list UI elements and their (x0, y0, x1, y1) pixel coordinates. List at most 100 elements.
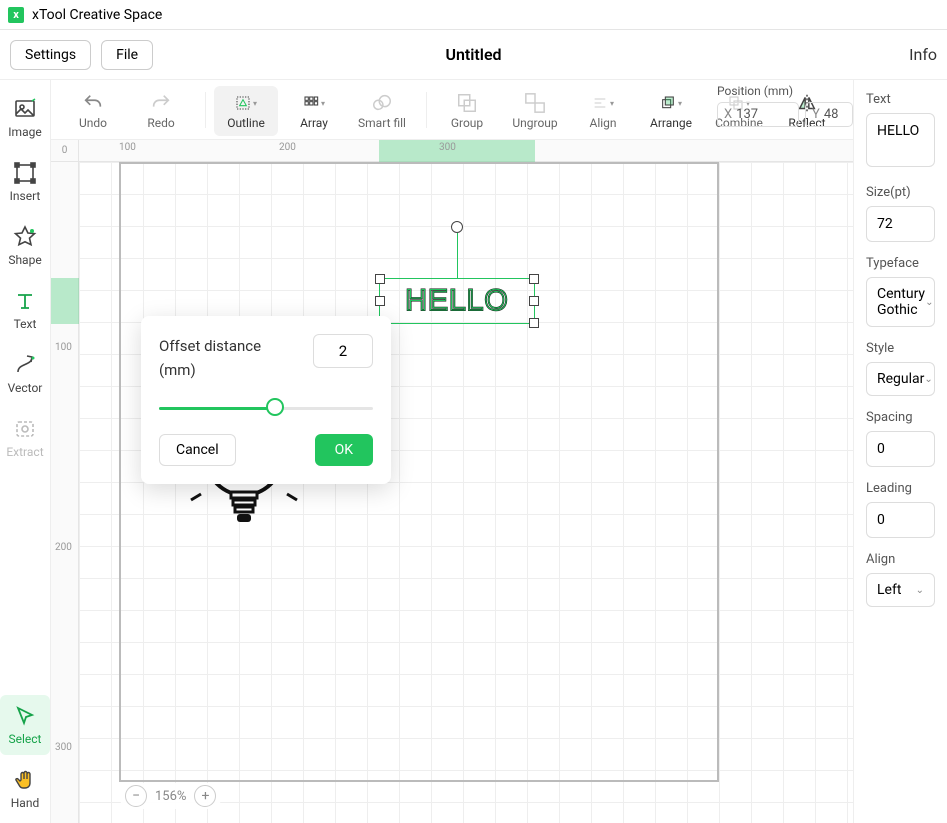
chevron-down-icon: ⌄ (924, 374, 932, 385)
align-select[interactable]: Left ⌄ (866, 573, 935, 607)
document-title: Untitled (445, 45, 501, 64)
redo-icon (150, 92, 172, 114)
position-y-value: 48 (824, 107, 839, 122)
ruler-horizontal: 100 200 300 (79, 140, 853, 162)
hand-icon (13, 768, 37, 792)
ruler-v-tick: 300 (55, 742, 72, 753)
offset-label: Offset distance (mm) (159, 334, 261, 382)
size-label: Size(pt) (866, 185, 935, 200)
group-button[interactable]: Group (435, 86, 499, 136)
insert-icon (13, 161, 37, 185)
position-x-input[interactable]: X 137 (717, 102, 799, 127)
canvas[interactable]: HELLO − 156% + (79, 162, 853, 823)
toolbar: Undo Redo ▾ Outline ▾ Array Smart fill (51, 80, 853, 140)
rail-vector-label: Vector (8, 381, 43, 395)
rail-hand[interactable]: Hand (0, 759, 50, 819)
arrange-icon: ▾ (660, 92, 682, 114)
rail-extract[interactable]: Extract (0, 408, 50, 468)
zoom-value: 156% (155, 789, 186, 804)
leading-label: Leading (866, 481, 935, 496)
ungroup-label: Ungroup (512, 116, 557, 130)
style-value: Regular (877, 371, 924, 387)
offset-value-input[interactable] (313, 334, 373, 368)
undo-button[interactable]: Undo (61, 86, 125, 136)
rail-image[interactable]: Image (0, 88, 50, 148)
left-rail: Image Insert Shape Text Vector (0, 80, 51, 823)
outline-icon: ▾ (235, 92, 257, 114)
resize-handle-mr[interactable] (529, 296, 539, 306)
text-object-hello[interactable]: HELLO (379, 278, 535, 324)
undo-icon (82, 92, 104, 114)
file-button[interactable]: File (101, 40, 153, 70)
canvas-area: 0 100 200 300 100 200 300 (51, 140, 853, 823)
shape-icon (13, 225, 37, 249)
info-link[interactable]: Info (909, 45, 937, 64)
smart-fill-icon (371, 92, 393, 114)
outline-button[interactable]: ▾ Outline (214, 86, 278, 136)
typeface-select[interactable]: Century Gothic ⌄ (866, 277, 935, 327)
hello-text-content: HELLO (380, 279, 534, 323)
rail-shape-label: Shape (8, 253, 41, 267)
app-title: xTool Creative Space (32, 7, 162, 23)
chevron-down-icon: ⌄ (916, 585, 924, 596)
position-panel: Position (mm) X 137 Y 48 (717, 84, 853, 127)
align-icon: ▾ (592, 92, 614, 114)
image-icon (13, 97, 37, 121)
ungroup-button[interactable]: Ungroup (503, 86, 567, 136)
group-label: Group (451, 116, 483, 130)
editor: Undo Redo ▾ Outline ▾ Array Smart fill (51, 80, 853, 823)
rail-hand-label: Hand (11, 796, 39, 810)
array-button[interactable]: ▾ Array (282, 86, 346, 136)
rail-select[interactable]: Select (0, 695, 50, 755)
size-input[interactable] (866, 206, 935, 242)
titlebar: x xTool Creative Space (0, 0, 947, 30)
smart-fill-button[interactable]: Smart fill (350, 86, 414, 136)
text-field-input[interactable]: HELLO (866, 113, 935, 167)
arrange-label: Arrange (650, 116, 692, 130)
rail-select-label: Select (9, 732, 42, 746)
rail-image-label: Image (8, 125, 41, 139)
align-label: Align (866, 552, 935, 567)
ruler-h-tick: 100 (119, 142, 136, 153)
position-y-prefix: Y (812, 107, 820, 122)
resize-handle-tr[interactable] (529, 274, 539, 284)
leading-input[interactable] (866, 502, 935, 538)
align-label: Align (589, 116, 616, 130)
rail-vector[interactable]: Vector (0, 344, 50, 404)
rail-insert-label: Insert (10, 189, 41, 203)
offset-slider[interactable] (159, 402, 373, 414)
spacing-label: Spacing (866, 410, 935, 425)
ruler-h-tick: 300 (439, 142, 456, 153)
array-icon: ▾ (303, 92, 325, 114)
ruler-vertical: 100 200 300 (51, 162, 79, 823)
ok-button[interactable]: OK (315, 434, 373, 466)
rail-shape[interactable]: Shape (0, 216, 50, 276)
redo-button[interactable]: Redo (129, 86, 193, 136)
align-button[interactable]: ▾ Align (571, 86, 635, 136)
zoom-in-button[interactable]: + (194, 785, 216, 807)
spacing-input[interactable] (866, 431, 935, 467)
settings-button[interactable]: Settings (10, 40, 91, 70)
resize-handle-br[interactable] (529, 318, 539, 328)
align-value: Left (877, 582, 901, 598)
position-x-value: 137 (736, 107, 758, 122)
rail-text[interactable]: Text (0, 280, 50, 340)
rotate-handle[interactable] (451, 221, 463, 233)
slider-thumb[interactable] (266, 398, 284, 416)
zoom-out-button[interactable]: − (125, 785, 147, 807)
style-select[interactable]: Regular ⌄ (866, 362, 935, 396)
extract-icon (13, 417, 37, 441)
rail-insert[interactable]: Insert (0, 152, 50, 212)
arrange-button[interactable]: ▾ Arrange (639, 86, 703, 136)
typeface-value: Century Gothic (877, 286, 925, 318)
ruler-v-tick: 100 (55, 342, 72, 353)
position-y-input[interactable]: Y 48 (805, 102, 853, 127)
resize-handle-ml[interactable] (375, 296, 385, 306)
position-label: Position (mm) (717, 84, 853, 98)
resize-handle-tl[interactable] (375, 274, 385, 284)
ungroup-icon (524, 92, 546, 114)
rail-text-label: Text (14, 317, 37, 331)
menubar: Settings File Untitled Info (0, 30, 947, 80)
text-icon (13, 289, 37, 313)
cancel-button[interactable]: Cancel (159, 434, 236, 466)
